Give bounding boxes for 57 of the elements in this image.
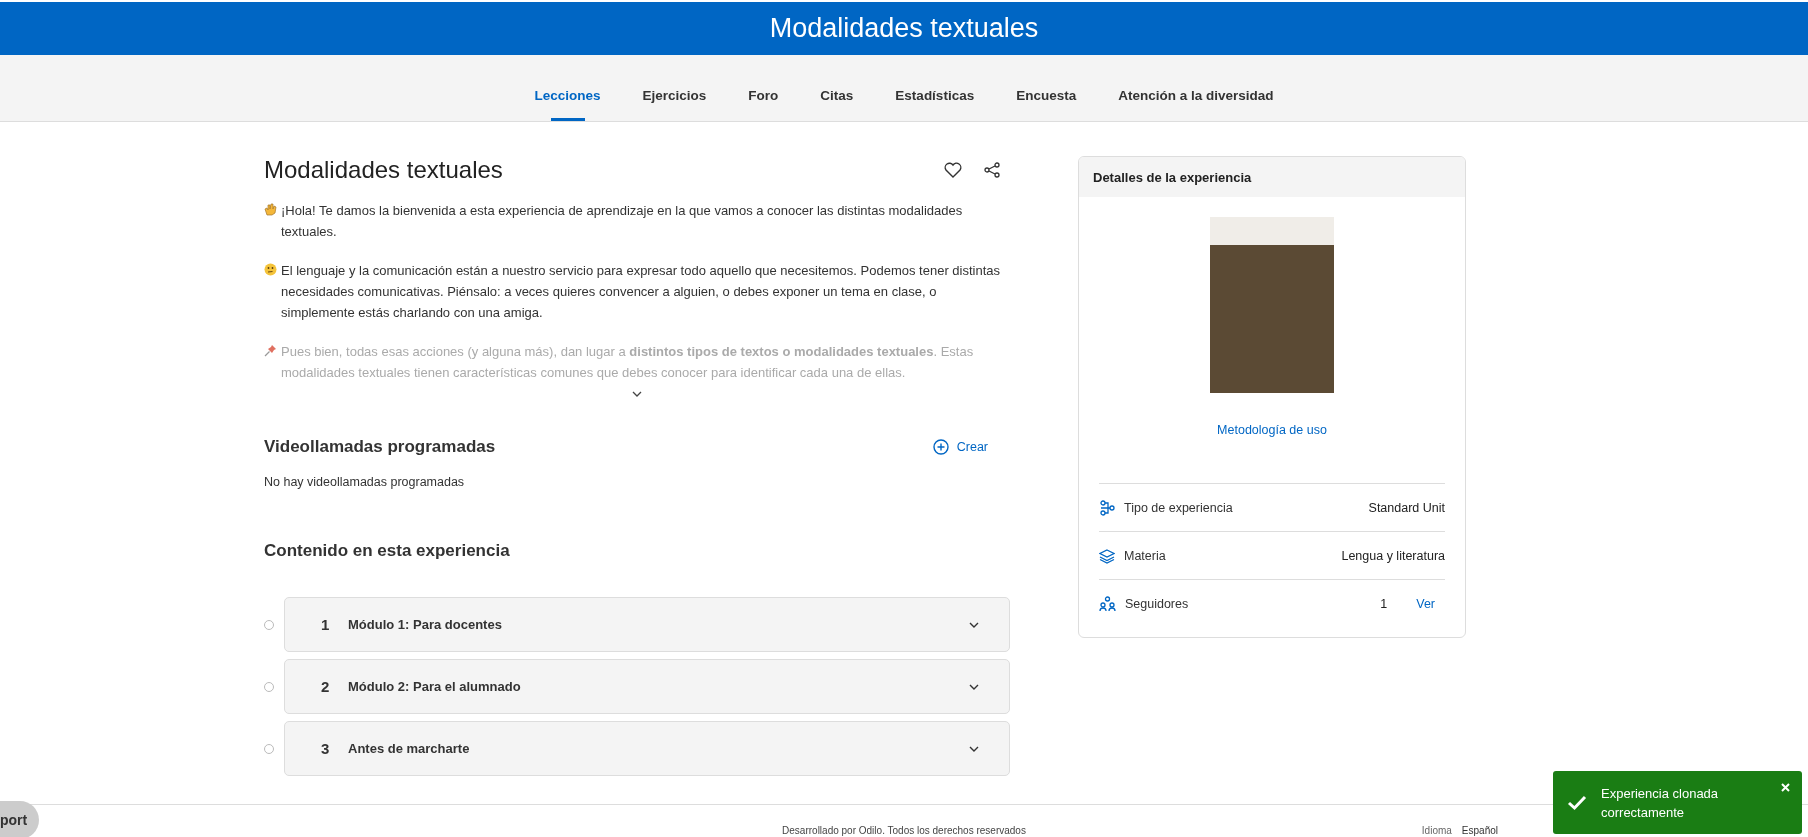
- timeline-dot: [264, 743, 274, 754]
- close-icon[interactable]: [1781, 783, 1790, 792]
- tab[interactable]: Foro: [730, 81, 797, 121]
- language-label: Idioma: [1421, 825, 1452, 836]
- chevron-down-icon[interactable]: [969, 683, 979, 690]
- module-number: 2: [321, 678, 331, 695]
- create-button[interactable]: Crear: [932, 439, 1010, 455]
- tab[interactable]: Encuesta: [998, 81, 1095, 121]
- module-row[interactable]: 1 Módulo 1: Para docentes: [284, 597, 1010, 652]
- tab[interactable]: Lecciones: [516, 81, 619, 121]
- checkmark-icon: [1567, 794, 1587, 811]
- module-title: Módulo 1: Para docentes: [348, 617, 503, 632]
- tab[interactable]: Citas: [802, 81, 872, 121]
- section-heading: Videollamadas programadas: [264, 437, 496, 457]
- module-number: 3: [321, 740, 331, 757]
- module-title: Módulo 2: Para el alumnado: [348, 679, 522, 694]
- detail-label: Materia: [1124, 548, 1167, 563]
- page-title: Modalidades textuales: [769, 13, 1039, 44]
- timeline-dot: [264, 681, 274, 692]
- description-paragraph: El lenguaje y la comunicación están a nuestro servicio para expresar todo aquello que necesitemos. Podemos tener distintas necesidades comunicativas. Piénsalo: a veces quieres convencer a alguien, o debes exponer un tema en clase, o simplemente estás charlando con una amiga.: [281, 262, 1002, 322]
- module-number: 1: [321, 616, 331, 633]
- plus-circle-icon: [932, 439, 949, 455]
- detail-value: Lengua y literatura: [1341, 548, 1445, 563]
- experience-title: Modalidades textuales: [264, 156, 503, 184]
- description-paragraph: ¡Hola! Te damos la bienvenida a esta experiencia de aprendizaje en la que vamos a conocer las distintas modalidades textuales.: [281, 202, 964, 241]
- chevron-down-icon[interactable]: [632, 391, 642, 397]
- detail-value: 1: [1380, 596, 1388, 611]
- section-heading: Contenido en esta experiencia: [264, 541, 511, 561]
- module-title: Antes de marcharte: [348, 741, 471, 756]
- heart-icon[interactable]: [944, 162, 962, 178]
- empty-message: No hay videollamadas programadas: [264, 475, 466, 489]
- footer-text: Desarrollado por Odilo. Todos los derechos reservados: [782, 825, 1026, 837]
- tab[interactable]: Atención a la diversidad: [1100, 81, 1292, 121]
- layers-icon: [1099, 547, 1115, 564]
- support-button[interactable]: port: [0, 801, 40, 837]
- toast-message: Experiencia clonada correctamente: [1601, 784, 1720, 822]
- description-paragraph: Pues bien, todas esas acciones (y alguna más), dan lugar a distintos tipos de textos o modalidades textuales. Estas modalidades textuales tienen características comunes que debes conocer para identificar cada una de ellas.: [281, 343, 975, 382]
- detail-value: Standard Unit: [1368, 500, 1445, 515]
- share-icon[interactable]: [984, 162, 1000, 178]
- methodology-link[interactable]: Metodología de uso: [1217, 423, 1327, 437]
- module-row[interactable]: 2 Módulo 2: Para el alumnado: [284, 659, 1010, 714]
- module-row[interactable]: 3 Antes de marcharte: [284, 721, 1010, 776]
- waving-hand-icon: [264, 203, 277, 216]
- flow-icon: [1099, 499, 1115, 516]
- detail-label: Seguidores: [1125, 596, 1190, 611]
- tab[interactable]: Ejercicios: [624, 81, 725, 121]
- pushpin-icon: [264, 344, 277, 357]
- tab[interactable]: Estadísticas: [877, 81, 993, 121]
- timeline-dot: [264, 619, 274, 630]
- people-icon: [1099, 595, 1116, 612]
- card-title: Detalles de la experiencia: [1093, 169, 1252, 185]
- chevron-down-icon[interactable]: [969, 621, 979, 628]
- language-selector[interactable]: Español: [1461, 825, 1498, 836]
- view-link[interactable]: Ver: [1416, 596, 1435, 611]
- detail-label: Tipo de experiencia: [1124, 500, 1234, 515]
- thinking-face-icon: [264, 263, 277, 276]
- chevron-down-icon[interactable]: [969, 745, 979, 752]
